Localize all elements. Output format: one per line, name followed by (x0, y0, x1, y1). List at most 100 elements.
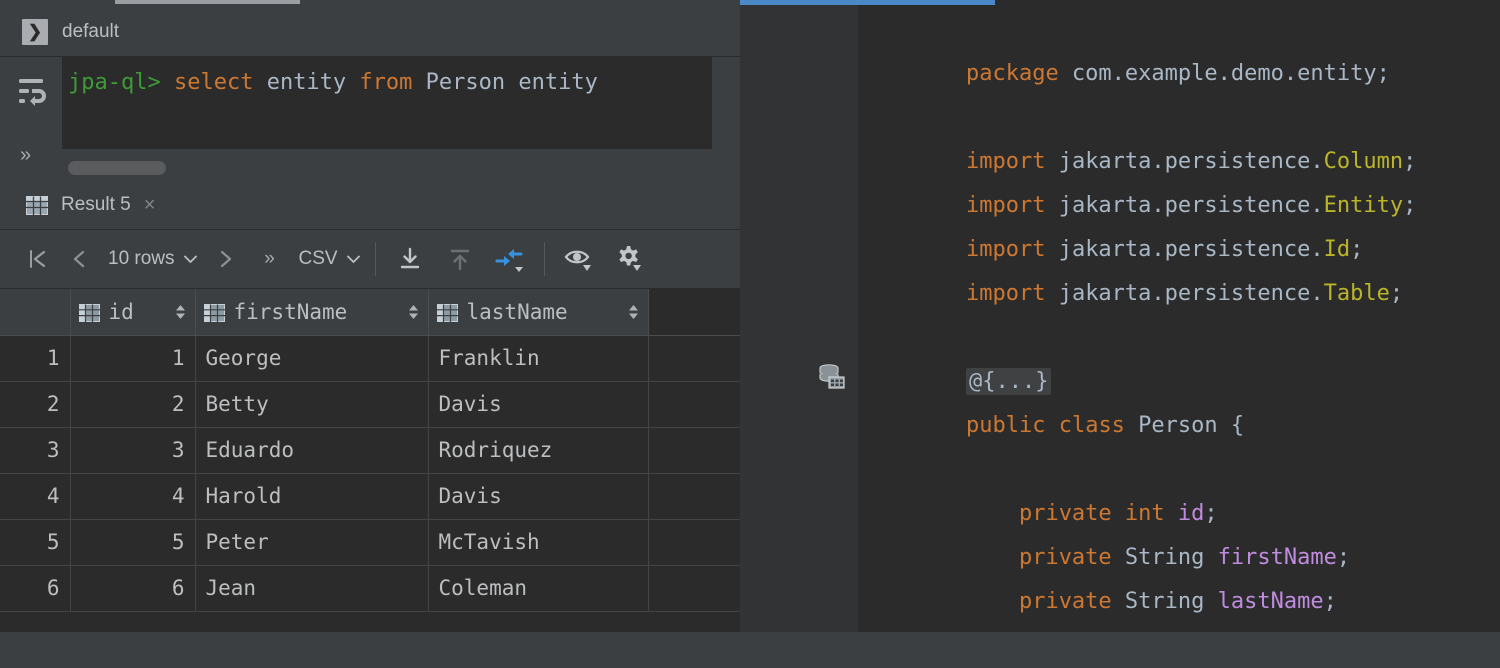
column-header-label: firstName (233, 299, 348, 324)
code-token: Table (1323, 281, 1390, 306)
column-header-lastName[interactable]: lastName (428, 289, 649, 336)
cell-lastName[interactable]: Rodriquez (428, 427, 649, 474)
code-token: String (1111, 589, 1218, 614)
column-icon (436, 303, 458, 322)
cell-lastName[interactable]: McTavish (428, 519, 649, 566)
code-token: public (965, 413, 1046, 438)
output-format-selector[interactable]: CSV (293, 237, 366, 281)
database-entity-icon[interactable] (818, 362, 845, 389)
chevron-down-icon (346, 255, 360, 263)
column-icon (203, 303, 225, 322)
code-token: private (1018, 589, 1112, 614)
column-header-id[interactable]: id (70, 289, 196, 336)
chevron-down-icon (183, 255, 197, 263)
result-grid[interactable]: id firstName lastName 1 1 George Frankli… (0, 289, 740, 632)
next-page-icon[interactable] (205, 237, 247, 281)
code-token: ; (1336, 545, 1351, 570)
result-table: id firstName lastName 1 1 George Frankli… (0, 289, 740, 612)
sort-arrows-icon[interactable] (627, 302, 640, 322)
cell-lastName[interactable]: Coleman (428, 565, 649, 612)
cell-id[interactable]: 3 (70, 427, 196, 474)
row-number: 3 (0, 427, 71, 474)
table-row[interactable]: 3 3 Eduardo Rodriquez (0, 427, 740, 474)
code-line[interactable]: private String lastName; (860, 536, 1337, 668)
console-gutter: » (0, 57, 62, 181)
code-token: ; (1389, 281, 1404, 306)
cell-filler (648, 519, 740, 566)
cell-id[interactable]: 4 (70, 473, 196, 520)
code-editor-pane: 1 2 3 4 5 6 7 8 11 12 13 14 15 16 packag… (740, 0, 1500, 632)
upload-import-icon[interactable] (435, 237, 485, 281)
sort-arrows-icon[interactable] (407, 302, 420, 322)
row-number: 5 (0, 519, 71, 566)
console-more-chevron-icon[interactable]: » (20, 145, 31, 165)
cell-firstName[interactable]: Eduardo (195, 427, 429, 474)
cell-lastName[interactable]: Franklin (428, 335, 649, 382)
query-keyword-from: from (359, 70, 413, 95)
row-number: 2 (0, 381, 71, 428)
cell-id[interactable]: 5 (70, 519, 196, 566)
console-query-input[interactable]: jpa-ql> select entity from Person entity (62, 57, 712, 149)
cell-lastName[interactable]: Davis (428, 473, 649, 520)
header-filler (648, 289, 740, 336)
cell-firstName[interactable]: Peter (195, 519, 429, 566)
row-number: 6 (0, 565, 71, 612)
query-space-1 (161, 70, 174, 95)
console-horizontal-scrollbar[interactable] (62, 157, 713, 179)
result-tab-label[interactable]: Result 5 (61, 194, 131, 216)
table-row[interactable]: 1 1 George Franklin (0, 335, 740, 382)
database-console-pane: ❯ default » jpa-ql> select entity from P… (0, 0, 740, 632)
console-schema-name[interactable]: default (62, 21, 119, 43)
table-row[interactable]: 5 5 Peter McTavish (0, 519, 740, 566)
cell-firstName[interactable]: Betty (195, 381, 429, 428)
console-scrollbar-thumb[interactable] (68, 161, 166, 175)
code-token: class (1058, 413, 1125, 438)
query-entity-alias: entity (253, 70, 360, 95)
console-active-tab-indicator[interactable] (115, 0, 300, 4)
cell-id[interactable]: 1 (70, 335, 196, 382)
table-row[interactable]: 2 2 Betty Davis (0, 381, 740, 428)
cell-id[interactable]: 2 (70, 381, 196, 428)
table-grid-icon (26, 195, 48, 215)
result-toolbar: 10 rows » CSV (0, 230, 740, 289)
column-header-firstName[interactable]: firstName (195, 289, 429, 336)
editor-gutter[interactable] (740, 5, 858, 632)
query-prompt-token: jpa-ql> (68, 70, 161, 95)
column-icon (78, 303, 100, 322)
previous-page-icon[interactable] (58, 237, 100, 281)
cell-filler (648, 427, 740, 474)
query-from-target: Person entity (412, 70, 598, 95)
sort-arrows-icon[interactable] (174, 302, 187, 322)
table-row[interactable]: 6 6 Jean Coleman (0, 565, 740, 612)
code-token: lastName (1217, 589, 1324, 614)
cell-id[interactable]: 6 (70, 565, 196, 612)
cell-firstName[interactable]: Jean (195, 565, 429, 612)
console-editor-area: » jpa-ql> select entity from Person enti… (0, 57, 740, 181)
run-console-icon[interactable]: ❯ (22, 19, 48, 45)
console-schema-header: ❯ default (0, 8, 740, 57)
first-page-icon[interactable] (16, 237, 58, 281)
gear-settings-icon[interactable] (604, 237, 654, 281)
editor-code-area[interactable]: package com.example.demo.entity; import … (860, 5, 1500, 632)
download-export-icon[interactable] (385, 237, 435, 281)
soft-wrap-icon[interactable] (16, 75, 48, 109)
close-icon[interactable]: × (144, 195, 156, 215)
cell-firstName[interactable]: George (195, 335, 429, 382)
column-header-label: lastName (466, 299, 568, 324)
cell-lastName[interactable]: Davis (428, 381, 649, 428)
output-format-label: CSV (298, 248, 338, 269)
eye-view-options-icon[interactable] (554, 237, 604, 281)
cell-filler (648, 473, 740, 520)
code-token: ; (1323, 589, 1337, 614)
page-size-selector[interactable]: 10 rows (100, 237, 205, 281)
table-row[interactable]: 4 4 Harold Davis (0, 473, 740, 520)
cell-firstName[interactable]: Harold (195, 473, 429, 520)
code-token: jakarta.persistence. (1045, 281, 1324, 306)
query-keyword-select: select (173, 70, 254, 95)
last-page-icon[interactable]: » (247, 237, 293, 281)
table-header-row: id firstName lastName (0, 289, 740, 336)
code-token: Person { (1124, 413, 1245, 438)
toolbar-separator-2 (543, 242, 545, 276)
compare-data-icon[interactable] (485, 237, 535, 281)
